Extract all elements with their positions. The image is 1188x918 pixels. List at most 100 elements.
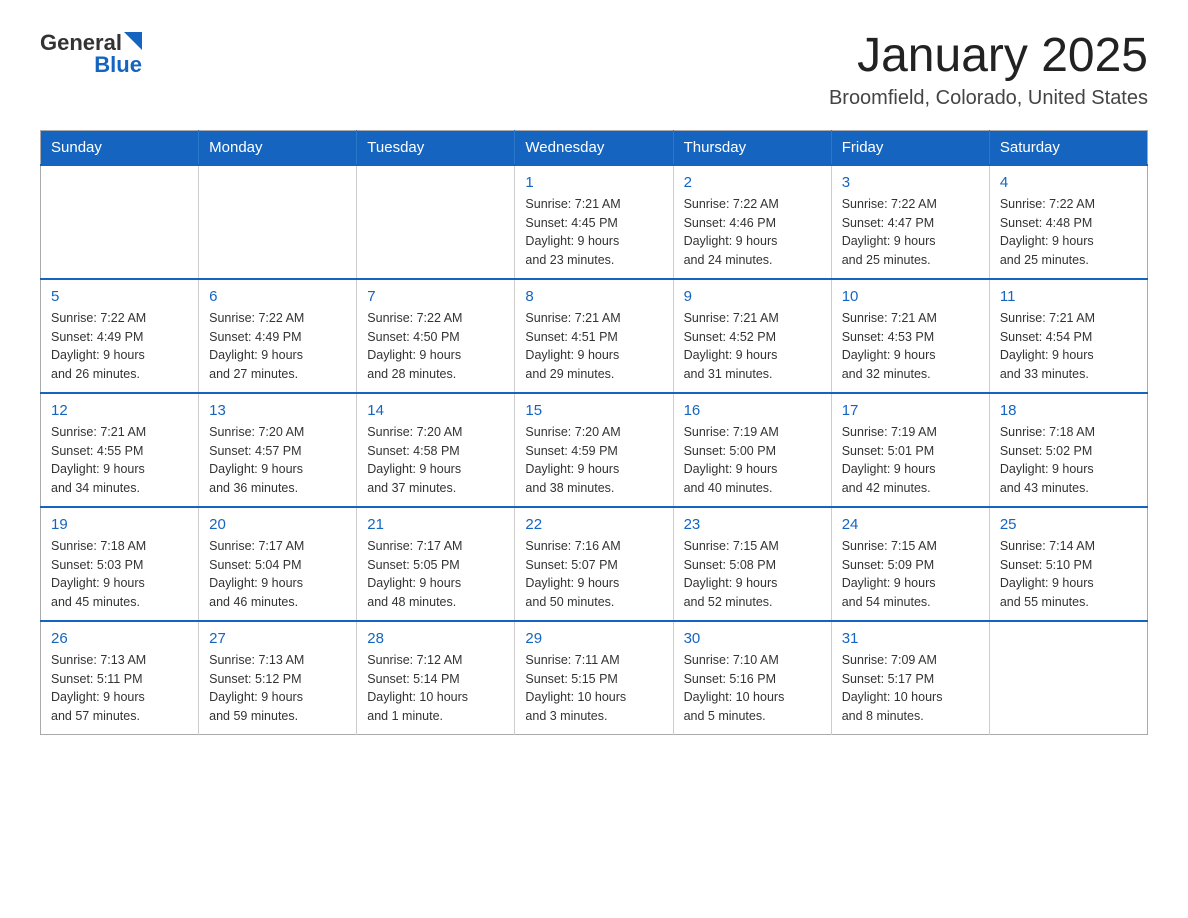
day-number: 28 <box>367 630 504 647</box>
calendar-cell: 29 Sunrise: 7:11 AM Sunset: 5:15 PM Dayli… <box>515 621 673 735</box>
day-of-week-header: Monday <box>199 130 357 165</box>
calendar-week-row: 12 Sunrise: 7:21 AM Sunset: 4:55 PM Dayli… <box>41 393 1148 507</box>
calendar-table: SundayMondayTuesdayWednesdayThursdayFrid… <box>40 130 1148 735</box>
day-info: Sunrise: 7:17 AM Sunset: 5:04 PM Dayligh… <box>209 537 346 612</box>
day-info: Sunrise: 7:19 AM Sunset: 5:00 PM Dayligh… <box>684 423 821 498</box>
calendar-cell: 20Sunrise: 7:17 AM Sunset: 5:04 PM Dayli… <box>199 507 357 621</box>
calendar-week-row: 26Sunrise: 7:13 AM Sunset: 5:11 PM Dayli… <box>41 621 1148 735</box>
day-number: 7 <box>367 288 504 305</box>
day-info: Sunrise: 7:21 AM Sunset: 4:45 PM Dayligh… <box>525 195 662 270</box>
page-subtitle: Broomfield, Colorado, United States <box>829 87 1148 110</box>
day-number: 4 <box>1000 174 1137 191</box>
calendar-cell: 24 Sunrise: 7:15 AM Sunset: 5:09 PM Dayli… <box>831 507 989 621</box>
calendar-cell: 22 Sunrise: 7:16 AM Sunset: 5:07 PM Dayli… <box>515 507 673 621</box>
calendar-cell: 9Sunrise: 7:21 AM Sunset: 4:52 PM Daylig… <box>673 279 831 393</box>
day-info: Sunrise: 7:22 AM Sunset: 4:49 PM Dayligh… <box>209 309 346 384</box>
day-info: Sunrise: 7:21 AM Sunset: 4:54 PM Dayligh… <box>1000 309 1137 384</box>
day-number: 30 <box>684 630 821 647</box>
calendar-cell: 7 Sunrise: 7:22 AM Sunset: 4:50 PM Daylig… <box>357 279 515 393</box>
day-number: 11 <box>1000 288 1137 305</box>
day-info: Sunrise: 7:12 AM Sunset: 5:14 PM Dayligh… <box>367 651 504 726</box>
day-number: 5 <box>51 288 188 305</box>
day-info: Sunrise: 7:20 AM Sunset: 4:59 PM Dayligh… <box>525 423 662 498</box>
calendar-cell: 12 Sunrise: 7:21 AM Sunset: 4:55 PM Dayli… <box>41 393 199 507</box>
calendar-cell: 8 Sunrise: 7:21 AM Sunset: 4:51 PM Daylig… <box>515 279 673 393</box>
day-number: 15 <box>525 402 662 419</box>
day-info: Sunrise: 7:18 AM Sunset: 5:02 PM Dayligh… <box>1000 423 1137 498</box>
day-info: Sunrise: 7:13 AM Sunset: 5:11 PM Dayligh… <box>51 651 188 726</box>
day-number: 23 <box>684 516 821 533</box>
day-number: 31 <box>842 630 979 647</box>
calendar-cell: 23Sunrise: 7:15 AM Sunset: 5:08 PM Dayli… <box>673 507 831 621</box>
day-of-week-header: Wednesday <box>515 130 673 165</box>
logo-icon: General Blue <box>40 30 142 78</box>
day-info: Sunrise: 7:21 AM Sunset: 4:55 PM Dayligh… <box>51 423 188 498</box>
day-of-week-header: Saturday <box>989 130 1147 165</box>
logo-blue-text: Blue <box>94 52 142 78</box>
calendar-cell: 15 Sunrise: 7:20 AM Sunset: 4:59 PM Dayli… <box>515 393 673 507</box>
calendar-cell: 14 Sunrise: 7:20 AM Sunset: 4:58 PM Dayli… <box>357 393 515 507</box>
day-of-week-header: Sunday <box>41 130 199 165</box>
day-number: 29 <box>525 630 662 647</box>
day-number: 1 <box>525 174 662 191</box>
calendar-cell: 25 Sunrise: 7:14 AM Sunset: 5:10 PM Dayli… <box>989 507 1147 621</box>
day-info: Sunrise: 7:22 AM Sunset: 4:49 PM Dayligh… <box>51 309 188 384</box>
day-info: Sunrise: 7:15 AM Sunset: 5:09 PM Dayligh… <box>842 537 979 612</box>
calendar-cell: 26Sunrise: 7:13 AM Sunset: 5:11 PM Dayli… <box>41 621 199 735</box>
day-info: Sunrise: 7:21 AM Sunset: 4:52 PM Dayligh… <box>684 309 821 384</box>
page-title: January 2025 <box>829 30 1148 83</box>
calendar-cell: 27 Sunrise: 7:13 AM Sunset: 5:12 PM Dayli… <box>199 621 357 735</box>
calendar-cell: 2 Sunrise: 7:22 AM Sunset: 4:46 PM Daylig… <box>673 165 831 279</box>
day-info: Sunrise: 7:10 AM Sunset: 5:16 PM Dayligh… <box>684 651 821 726</box>
calendar-cell: 13 Sunrise: 7:20 AM Sunset: 4:57 PM Dayli… <box>199 393 357 507</box>
day-number: 27 <box>209 630 346 647</box>
day-info: Sunrise: 7:13 AM Sunset: 5:12 PM Dayligh… <box>209 651 346 726</box>
day-info: Sunrise: 7:22 AM Sunset: 4:48 PM Dayligh… <box>1000 195 1137 270</box>
day-number: 25 <box>1000 516 1137 533</box>
day-info: Sunrise: 7:22 AM Sunset: 4:50 PM Dayligh… <box>367 309 504 384</box>
calendar-cell: 5 Sunrise: 7:22 AM Sunset: 4:49 PM Daylig… <box>41 279 199 393</box>
calendar-cell: 30 Sunrise: 7:10 AM Sunset: 5:16 PM Dayli… <box>673 621 831 735</box>
day-number: 24 <box>842 516 979 533</box>
calendar-week-row: 5 Sunrise: 7:22 AM Sunset: 4:49 PM Daylig… <box>41 279 1148 393</box>
day-of-week-header: Thursday <box>673 130 831 165</box>
calendar-cell: 31 Sunrise: 7:09 AM Sunset: 5:17 PM Dayli… <box>831 621 989 735</box>
day-of-week-header: Friday <box>831 130 989 165</box>
calendar-body: 1 Sunrise: 7:21 AM Sunset: 4:45 PM Daylig… <box>41 165 1148 735</box>
calendar-cell: 18 Sunrise: 7:18 AM Sunset: 5:02 PM Dayli… <box>989 393 1147 507</box>
calendar-cell: 6Sunrise: 7:22 AM Sunset: 4:49 PM Daylig… <box>199 279 357 393</box>
calendar-cell <box>357 165 515 279</box>
day-info: Sunrise: 7:17 AM Sunset: 5:05 PM Dayligh… <box>367 537 504 612</box>
day-info: Sunrise: 7:11 AM Sunset: 5:15 PM Dayligh… <box>525 651 662 726</box>
calendar-cell <box>199 165 357 279</box>
day-info: Sunrise: 7:22 AM Sunset: 4:47 PM Dayligh… <box>842 195 979 270</box>
calendar-cell: 19Sunrise: 7:18 AM Sunset: 5:03 PM Dayli… <box>41 507 199 621</box>
day-number: 16 <box>684 402 821 419</box>
day-info: Sunrise: 7:20 AM Sunset: 4:58 PM Dayligh… <box>367 423 504 498</box>
day-number: 2 <box>684 174 821 191</box>
calendar-cell <box>41 165 199 279</box>
day-number: 19 <box>51 516 188 533</box>
day-number: 12 <box>51 402 188 419</box>
day-number: 22 <box>525 516 662 533</box>
day-number: 18 <box>1000 402 1137 419</box>
day-info: Sunrise: 7:22 AM Sunset: 4:46 PM Dayligh… <box>684 195 821 270</box>
logo-arrow-icon <box>124 32 142 50</box>
calendar-cell: 4 Sunrise: 7:22 AM Sunset: 4:48 PM Daylig… <box>989 165 1147 279</box>
calendar-cell: 11 Sunrise: 7:21 AM Sunset: 4:54 PM Dayli… <box>989 279 1147 393</box>
day-number: 17 <box>842 402 979 419</box>
day-info: Sunrise: 7:16 AM Sunset: 5:07 PM Dayligh… <box>525 537 662 612</box>
day-number: 8 <box>525 288 662 305</box>
calendar-cell <box>989 621 1147 735</box>
calendar-header: SundayMondayTuesdayWednesdayThursdayFrid… <box>41 130 1148 165</box>
day-info: Sunrise: 7:09 AM Sunset: 5:17 PM Dayligh… <box>842 651 979 726</box>
day-number: 13 <box>209 402 346 419</box>
calendar-cell: 21 Sunrise: 7:17 AM Sunset: 5:05 PM Dayli… <box>357 507 515 621</box>
day-number: 21 <box>367 516 504 533</box>
day-info: Sunrise: 7:21 AM Sunset: 4:51 PM Dayligh… <box>525 309 662 384</box>
day-info: Sunrise: 7:14 AM Sunset: 5:10 PM Dayligh… <box>1000 537 1137 612</box>
calendar-cell: 1 Sunrise: 7:21 AM Sunset: 4:45 PM Daylig… <box>515 165 673 279</box>
day-number: 14 <box>367 402 504 419</box>
title-block: January 2025 Broomfield, Colorado, Unite… <box>829 30 1148 110</box>
day-info: Sunrise: 7:20 AM Sunset: 4:57 PM Dayligh… <box>209 423 346 498</box>
